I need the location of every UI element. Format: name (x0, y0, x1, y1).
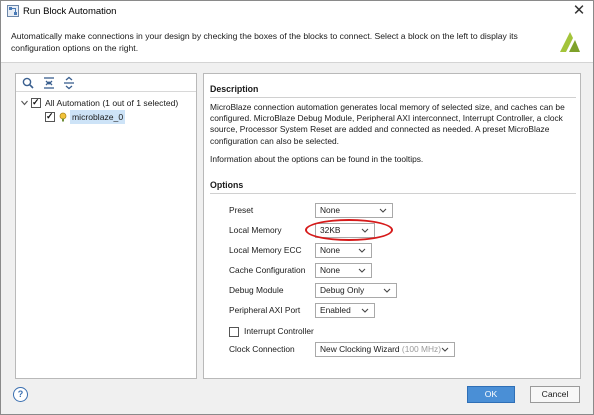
cancel-button[interactable]: Cancel (530, 386, 580, 403)
preset-label: Preset (229, 205, 254, 215)
block-tree-panel: ✓ All Automation (1 out of 1 selected) ✓… (15, 73, 197, 379)
all-automation-checkbox[interactable]: ✓ (31, 97, 41, 108)
interrupt-controller-checkbox[interactable] (229, 327, 239, 337)
tree-label-all-automation: All Automation (1 out of 1 selected) (45, 98, 179, 108)
brand-logo (560, 32, 580, 52)
peripheral-axi-port-select[interactable]: Enabled (315, 303, 375, 318)
intro-text: Automatically make connections in your d… (11, 31, 518, 53)
chevron-down-icon (441, 347, 449, 352)
clock-connection-label: Clock Connection (229, 344, 295, 354)
peripheral-axi-port-label: Peripheral AXI Port (229, 305, 301, 315)
clock-connection-select[interactable]: New Clocking Wizard (100 MHz) (315, 342, 455, 357)
title-bar[interactable]: Run Block Automation ✕ (1, 1, 593, 23)
chevron-down-icon (361, 308, 369, 313)
clock-frequency-hint: (100 MHz) (401, 344, 442, 354)
tree-row-microblaze[interactable]: ✓ microblaze_0 (16, 110, 196, 124)
chevron-down-icon (379, 208, 387, 213)
options-heading: Options (210, 180, 576, 194)
close-icon[interactable]: ✕ (569, 2, 589, 20)
chevron-down-icon (361, 228, 369, 233)
expand-all-icon[interactable] (62, 76, 76, 90)
help-icon[interactable]: ? (13, 387, 28, 402)
local-memory-ecc-label: Local Memory ECC (229, 245, 302, 255)
dialog-title: Run Block Automation (23, 6, 117, 17)
search-icon[interactable] (21, 76, 35, 90)
description-heading: Description (210, 84, 576, 98)
debug-module-value: Debug Only (320, 285, 365, 295)
microblaze-chip-icon (59, 112, 67, 122)
preset-select[interactable]: None (315, 203, 393, 218)
automation-app-icon (7, 5, 19, 17)
cache-configuration-label: Cache Configuration (229, 265, 306, 275)
cache-configuration-value: None (320, 265, 341, 275)
local-memory-ecc-value: None (320, 245, 341, 255)
local-memory-value: 32KB (320, 225, 341, 235)
tree-toolbar (16, 74, 196, 92)
debug-module-label: Debug Module (229, 285, 284, 295)
tree-label-microblaze: microblaze_0 (70, 110, 126, 124)
info-text: Information about the options can be fou… (210, 154, 424, 164)
expand-arrow-icon[interactable] (20, 96, 29, 110)
configuration-panel: Description MicroBlaze connection automa… (203, 73, 581, 379)
local-memory-select[interactable]: 32KB (315, 223, 375, 238)
interrupt-controller-label[interactable]: Interrupt Controller (244, 324, 314, 338)
ok-button[interactable]: OK (467, 386, 515, 403)
chevron-down-icon (358, 268, 366, 273)
cache-configuration-select[interactable]: None (315, 263, 372, 278)
clock-connection-value: New Clocking Wizard (320, 344, 400, 354)
local-memory-label: Local Memory (229, 225, 282, 235)
chevron-down-icon (358, 248, 366, 253)
run-block-automation-dialog: Run Block Automation ✕ Automatically mak… (0, 0, 594, 415)
local-memory-ecc-select[interactable]: None (315, 243, 372, 258)
header-band: Automatically make connections in your d… (1, 23, 593, 63)
description-text: MicroBlaze connection automation generat… (210, 102, 565, 146)
debug-module-select[interactable]: Debug Only (315, 283, 397, 298)
chevron-down-icon (383, 288, 391, 293)
tree-row-all-automation[interactable]: ✓ All Automation (1 out of 1 selected) (16, 96, 196, 110)
collapse-all-icon[interactable] (42, 76, 56, 90)
preset-value: None (320, 205, 341, 215)
peripheral-axi-port-value: Enabled (320, 305, 351, 315)
microblaze-checkbox[interactable]: ✓ (45, 111, 55, 122)
